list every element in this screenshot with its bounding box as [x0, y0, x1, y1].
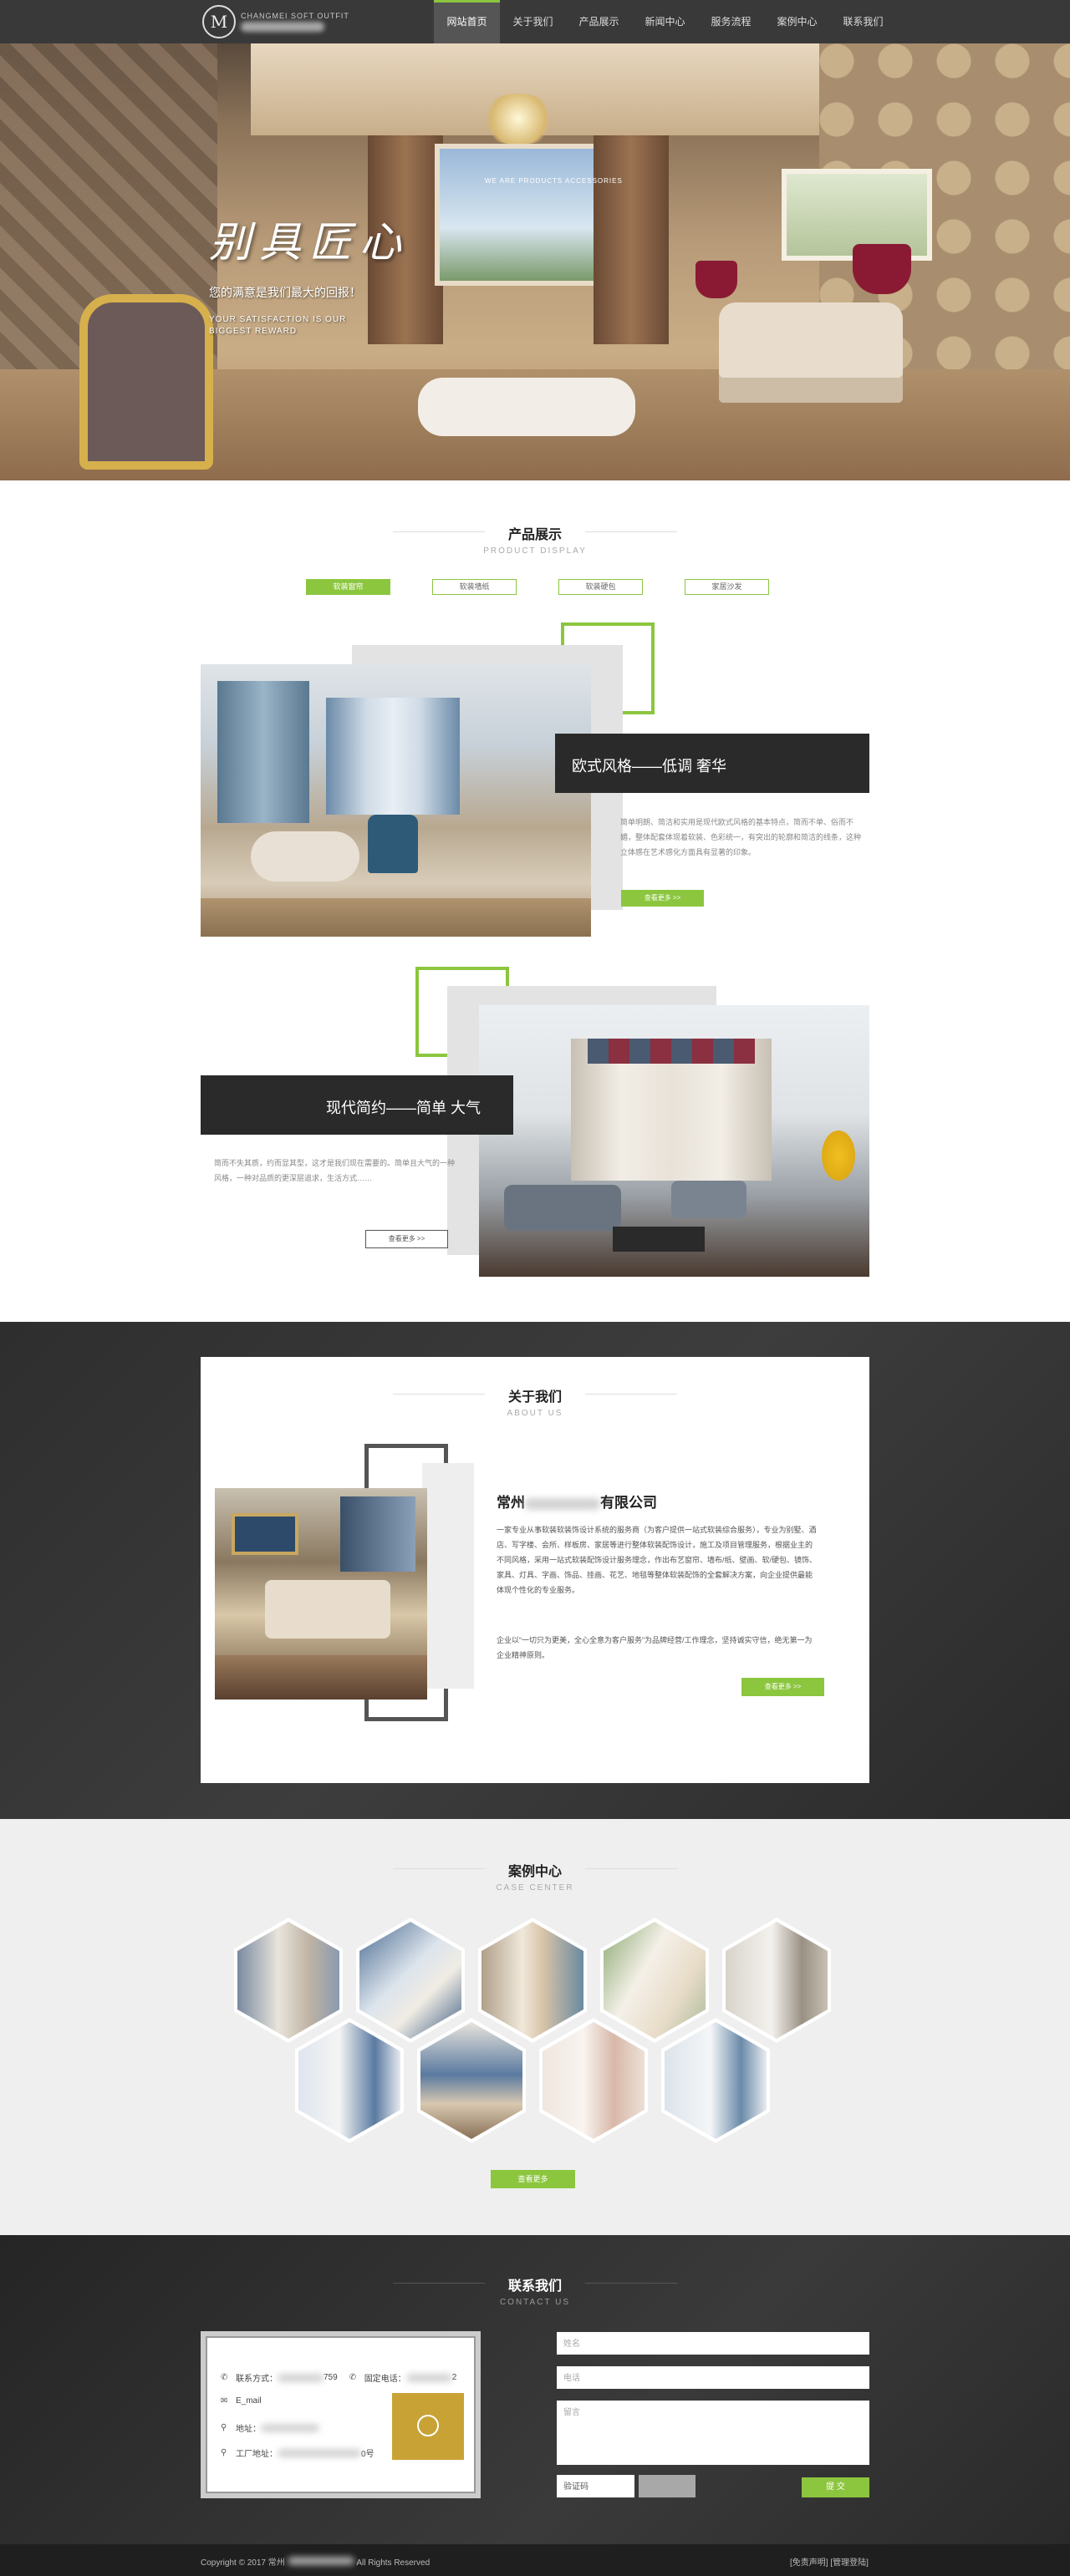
- blurred-text: [525, 1497, 600, 1510]
- chandelier-icon: [481, 94, 556, 144]
- blurred-text: [287, 2557, 354, 2565]
- location-icon: ⚲: [221, 2423, 227, 2432]
- product-title-bar: 欧式风格——低调 奢华: [555, 734, 869, 793]
- landline-label: 固定电话：: [364, 2375, 406, 2384]
- about-title-en: ABOUT US: [507, 1409, 563, 1418]
- about-heading: 关于我们 ABOUT US: [368, 1385, 702, 1418]
- phone-tail: 759: [324, 2373, 338, 2382]
- top-navbar: M CHANGMEI SOFT OUTFIT 网站首页 关于我们 产品展示 新闻…: [0, 0, 1070, 43]
- phone-icon: ✆: [349, 2373, 357, 2382]
- contact-title-en: CONTACT US: [499, 2298, 571, 2307]
- hero-banner: WE ARE PRODUCTS ACCESSORIES 别具匠心 您的满意是我们…: [0, 43, 1070, 480]
- product-title-european: 欧式风格——低调 奢华: [572, 758, 727, 775]
- case-heading: 案例中心 CASE CENTER: [368, 1860, 702, 1893]
- decor-block: [422, 1463, 474, 1689]
- about-text-2: 企业以“一切只为更美，全心全意为客户服务”为品牌经营/工作理念，坚持诚实守信，绝…: [497, 1636, 813, 1659]
- case-title: 案例中心: [507, 1865, 562, 1879]
- tab-curtain[interactable]: 软装窗帘: [306, 579, 390, 595]
- product-desc-modern: 简而不失其质，约而显其型，这才是我们现在需要的。简单且大气的一种风格，一种对品质…: [214, 1159, 456, 1182]
- view-more-button[interactable]: 查看更多 >>: [365, 1230, 448, 1248]
- contact-card: ✆ 联系方式： 759 ✆ 固定电话： 2 ✉ E_mail ⚲ 地址： ⚲ 工…: [201, 2331, 481, 2498]
- location-icon: ⚲: [221, 2448, 227, 2457]
- contact-address: ⚲ 地址：: [221, 2421, 319, 2434]
- product-desc-european: 简单明朗、简洁和实用是现代欧式风格的基本特点，简而不单、俗而不媚，整体配套体现着…: [620, 818, 862, 856]
- nav-item-products[interactable]: 产品展示: [566, 0, 632, 43]
- product-tabs: 软装窗帘 软装墙纸 软装硬包 家居沙发: [306, 579, 769, 595]
- email-label: E_mail: [236, 2396, 262, 2406]
- nav-item-about[interactable]: 关于我们: [500, 0, 566, 43]
- factory-label: 工厂地址：: [236, 2450, 278, 2459]
- main-menu: 网站首页 关于我们 产品展示 新闻中心 服务流程 案例中心 联系我们: [434, 0, 896, 43]
- nav-item-service[interactable]: 服务流程: [698, 0, 764, 43]
- lamp-icon: [853, 244, 911, 294]
- factory-tail: 0号: [361, 2450, 374, 2459]
- company-name-prefix: 常州: [497, 1495, 525, 1511]
- products-title-en: PRODUCT DISPLAY: [483, 546, 587, 556]
- product-image-european[interactable]: [201, 664, 591, 937]
- footer-links[interactable]: [免责声明] [管理登陆]: [790, 2555, 869, 2568]
- hero-top-caption: WE ARE PRODUCTS ACCESSORIES: [485, 177, 623, 185]
- tab-wallpaper[interactable]: 软装墙纸: [432, 579, 517, 595]
- blurred-text: [278, 2448, 361, 2457]
- footer: Copyright © 2017 常州 All Rights Reserved …: [0, 2544, 1070, 2576]
- hero-curtain: [594, 135, 669, 344]
- blurred-text: [261, 2423, 319, 2432]
- nav-item-home[interactable]: 网站首页: [434, 0, 500, 43]
- contact-title: 联系我们: [507, 2279, 562, 2294]
- submit-button[interactable]: 提 交: [802, 2477, 869, 2497]
- hero-ottoman: [418, 378, 635, 436]
- copyright: Copyright © 2017 常州 All Rights Reserved: [201, 2555, 430, 2568]
- brand-en: CHANGMEI SOFT OUTFIT: [241, 12, 349, 20]
- contact-heading: 联系我们 CONTACT US: [368, 2274, 702, 2307]
- landline-tail: 2: [451, 2373, 457, 2382]
- nav-item-cases[interactable]: 案例中心: [764, 0, 830, 43]
- logo-icon[interactable]: M: [202, 5, 236, 38]
- hero-subtitle-en: YOUR SATISFACTION IS OUR BIGGEST REWARD: [209, 315, 347, 336]
- hero-sofa: [719, 302, 903, 403]
- copyright-prefix: Copyright © 2017 常州: [201, 2558, 285, 2568]
- about-card: 关于我们 ABOUT US 常州 有限公司 一家专业从事软装软装饰设计系统的服务商…: [201, 1357, 869, 1783]
- nav-item-news[interactable]: 新闻中心: [632, 0, 698, 43]
- about-text: 一家专业从事软装软装饰设计系统的服务商（为客户提供一站式软装综合服务），专业为别…: [497, 1526, 818, 1594]
- product-image-modern[interactable]: [479, 1005, 869, 1277]
- message-textarea[interactable]: 留言: [557, 2401, 869, 2465]
- address-label: 地址：: [236, 2425, 261, 2434]
- captcha-image[interactable]: [639, 2475, 696, 2497]
- phone-icon: ✆: [221, 2373, 228, 2382]
- phone-input[interactable]: 电话: [557, 2366, 869, 2389]
- case-more-button[interactable]: 查看更多: [491, 2170, 575, 2188]
- about-image[interactable]: [215, 1488, 427, 1700]
- nav-item-contact[interactable]: 联系我们: [830, 0, 896, 43]
- tab-hardpack[interactable]: 软装硬包: [558, 579, 643, 595]
- case-title-en: CASE CENTER: [496, 1883, 574, 1893]
- tab-sofa[interactable]: 家居沙发: [685, 579, 769, 595]
- copyright-suffix: All Rights Reserved: [356, 2558, 431, 2568]
- contact-email: ✉ E_mail: [221, 2396, 262, 2406]
- contact-factory: ⚲ 工厂地址： 0号: [221, 2446, 374, 2459]
- hero-subtitle: 您的满意是我们最大的回报！: [209, 286, 361, 299]
- product-title-bar: 现代简约——简单 大气: [201, 1075, 513, 1135]
- view-more-button[interactable]: 查看更多 >>: [741, 1678, 824, 1696]
- hero-window: [435, 144, 602, 286]
- lamp-icon: [696, 261, 737, 298]
- brand-name-blurred: [241, 22, 324, 32]
- view-more-button[interactable]: 查看更多 >>: [621, 890, 704, 907]
- hero-armchair: [79, 294, 213, 470]
- qr-code-image: [392, 2393, 464, 2460]
- hero-title: 别具匠心: [209, 218, 410, 267]
- company-name: 常州 有限公司: [497, 1491, 657, 1512]
- mail-icon: ✉: [221, 2396, 228, 2406]
- product-title-modern: 现代简约——简单 大气: [326, 1100, 482, 1116]
- name-input[interactable]: 姓名: [557, 2332, 869, 2355]
- products-title: 产品展示: [507, 528, 562, 542]
- phone-label: 联系方式：: [236, 2375, 278, 2384]
- captcha-input[interactable]: 验证码: [557, 2475, 634, 2497]
- blurred-text: [278, 2373, 324, 2382]
- contact-phone: ✆ 联系方式： 759 ✆ 固定电话： 2: [221, 2371, 456, 2384]
- company-name-suffix: 有限公司: [600, 1495, 657, 1511]
- about-title: 关于我们: [507, 1390, 562, 1405]
- blurred-text: [405, 2373, 452, 2382]
- products-heading: 产品展示 PRODUCT DISPLAY: [368, 523, 702, 556]
